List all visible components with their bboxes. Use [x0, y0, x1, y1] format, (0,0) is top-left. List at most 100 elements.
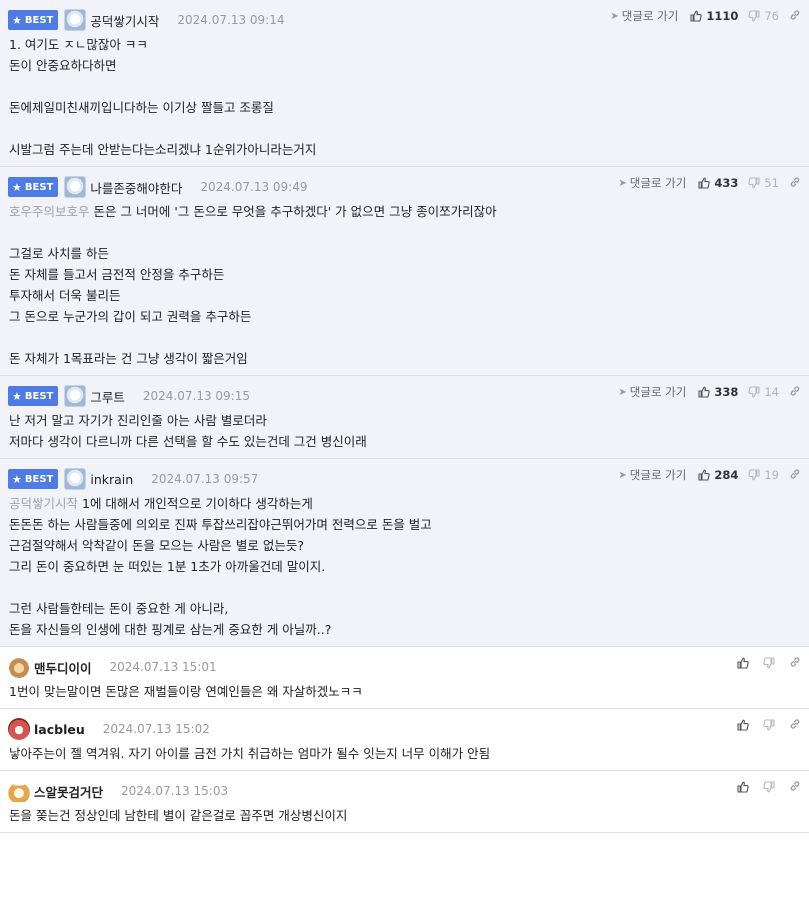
- best-badge-label: BEST: [24, 181, 54, 193]
- upvote-button[interactable]: [737, 781, 753, 793]
- downvote-count: 14: [764, 385, 779, 399]
- send-arrow-icon: ➤: [610, 10, 619, 22]
- comment-item: ★ BEST 나를존중해야한다 2024.07.13 09:49 ➤ 댓글로 가기 433 5…: [0, 167, 809, 376]
- goto-comment-link[interactable]: ➤ 댓글로 가기: [618, 384, 686, 400]
- thumbs-down-icon: [763, 781, 775, 793]
- comment-actions: ➤ 댓글로 가기 1110 76: [610, 7, 801, 25]
- comment-body: 1에 대해서 개인적으로 기이하다 생각하는게 돈돈돈 하는 사람들중에 의외로…: [9, 496, 432, 637]
- comment-item: lacbleu 2024.07.13 15:02 낳아주는이 젤 역겨워. 자기 아…: [0, 709, 809, 771]
- nickname[interactable]: inkrain: [90, 472, 133, 487]
- nickname[interactable]: 공덕쌓기시작: [90, 11, 159, 30]
- downvote-count: 51: [764, 176, 779, 190]
- goto-comment-label: 댓글로 가기: [629, 468, 687, 482]
- comment-header: lacbleu 2024.07.13 15:02: [8, 717, 801, 741]
- nickname[interactable]: 맨두디이이: [34, 658, 92, 677]
- comment-date: 2024.07.13 09:15: [142, 389, 250, 403]
- mention-link[interactable]: 공덕쌓기시작: [9, 496, 78, 511]
- thumbs-up-icon: [690, 10, 703, 22]
- downvote-button[interactable]: [763, 781, 779, 793]
- best-badge-label: BEST: [24, 390, 54, 402]
- thumbs-down-icon: [763, 719, 775, 731]
- goto-comment-label: 댓글로 가기: [629, 385, 687, 399]
- best-badge-label: BEST: [24, 14, 54, 26]
- send-arrow-icon: ➤: [618, 177, 627, 189]
- comment-body: 난 저거 말고 자기가 진리인줄 아는 사람 별로더라 저마다 생각이 다르니까…: [9, 413, 367, 449]
- comment-text: 낳아주는이 젤 역겨워. 자기 아이를 금전 가치 취급하는 엄마가 될수 잇는…: [8, 741, 801, 770]
- goto-comment-label: 댓글로 가기: [629, 176, 687, 190]
- comment-item: 스알못검거단 2024.07.13 15:03 돈을 쫒는건 정상인데 남한테 별이…: [0, 771, 809, 833]
- comment-actions: ➤ 댓글로 가기 284 19: [618, 466, 801, 484]
- comment-text: 1번이 맞는말이면 돈많은 재벌들이랑 연예인들은 왜 자살하겠노ㅋㅋ: [8, 679, 801, 708]
- comment-actions: [737, 654, 801, 672]
- upvote-button[interactable]: 1110: [690, 9, 738, 23]
- downvote-button[interactable]: 14: [748, 385, 779, 399]
- thumbs-up-icon: [737, 719, 749, 731]
- comment-text: 공덕쌓기시작 1에 대해서 개인적으로 기이하다 생각하는게 돈돈돈 하는 사람…: [8, 491, 801, 646]
- link-icon[interactable]: [789, 176, 801, 191]
- link-icon[interactable]: [789, 656, 801, 671]
- comment-text: 돈을 쫒는건 정상인데 남한테 별이 같은걸로 꼽주면 개상병신이지: [8, 803, 801, 832]
- thumbs-up-icon: [698, 177, 711, 189]
- best-badge-label: BEST: [24, 473, 54, 485]
- thumbs-down-icon: [748, 10, 760, 22]
- downvote-count: 19: [764, 468, 779, 482]
- nickname[interactable]: 스알못검거단: [34, 782, 103, 801]
- downvote-button[interactable]: [763, 657, 779, 669]
- comment-actions: [737, 716, 801, 734]
- red-avatar[interactable]: [8, 718, 30, 740]
- comment-body: 낳아주는이 젤 역겨워. 자기 아이를 금전 가치 취급하는 엄마가 될수 잇는…: [9, 746, 491, 761]
- mention-link[interactable]: 호우주의보호우: [9, 204, 90, 219]
- link-icon[interactable]: [789, 718, 801, 733]
- nickname[interactable]: lacbleu: [34, 722, 85, 737]
- best-badge: ★ BEST: [8, 469, 59, 489]
- goto-comment-link[interactable]: ➤ 댓글로 가기: [618, 467, 686, 483]
- thumbs-down-icon: [748, 386, 760, 398]
- upvote-button[interactable]: [737, 657, 753, 669]
- dog-avatar[interactable]: [64, 385, 87, 407]
- bear-avatar[interactable]: [8, 656, 30, 678]
- downvote-button[interactable]: [763, 719, 779, 731]
- upvote-button[interactable]: 433: [698, 176, 738, 190]
- star-icon: ★: [12, 180, 22, 194]
- goto-comment-link[interactable]: ➤ 댓글로 가기: [610, 8, 678, 24]
- comment-text: 1. 여기도 ㅈㄴ많잖아 ㅋㅋ 돈이 안중요하다하면 돈에제일미친새끼입니다하는…: [8, 32, 801, 166]
- dog-avatar[interactable]: [64, 468, 87, 490]
- comment-body: 돈을 쫒는건 정상인데 남한테 별이 같은걸로 꼽주면 개상병신이지: [9, 808, 348, 823]
- goto-comment-link[interactable]: ➤ 댓글로 가기: [618, 175, 686, 191]
- comment-date: 2024.07.13 15:01: [109, 660, 217, 674]
- best-badge: ★ BEST: [8, 177, 59, 197]
- nickname[interactable]: 그루트: [90, 387, 125, 406]
- comment-list: ★ BEST 공덕쌓기시작 2024.07.13 09:14 ➤ 댓글로 가기 1110 76…: [0, 0, 809, 833]
- thumbs-down-icon: [748, 469, 760, 481]
- fox-avatar[interactable]: [8, 780, 30, 802]
- link-icon[interactable]: [789, 9, 801, 24]
- thumbs-up-icon: [737, 781, 749, 793]
- comment-text: 난 저거 말고 자기가 진리인줄 아는 사람 별로더라 저마다 생각이 다르니까…: [8, 408, 801, 458]
- comment-header: 맨두디이이 2024.07.13 15:01: [8, 655, 801, 679]
- link-icon[interactable]: [789, 468, 801, 483]
- comment-body: 1. 여기도 ㅈㄴ많잖아 ㅋㅋ 돈이 안중요하다하면 돈에제일미친새끼입니다하는…: [9, 37, 317, 157]
- comment-date: 2024.07.13 15:03: [121, 784, 229, 798]
- upvote-count: 284: [714, 468, 739, 482]
- comment-date: 2024.07.13 09:49: [200, 180, 308, 194]
- upvote-button[interactable]: 338: [698, 385, 738, 399]
- star-icon: ★: [12, 389, 22, 403]
- send-arrow-icon: ➤: [618, 386, 627, 398]
- upvote-button[interactable]: [737, 719, 753, 731]
- thumbs-up-icon: [698, 386, 711, 398]
- downvote-button[interactable]: 19: [748, 468, 779, 482]
- upvote-count: 433: [714, 176, 739, 190]
- dog-avatar[interactable]: [64, 176, 87, 198]
- link-icon[interactable]: [789, 780, 801, 795]
- upvote-button[interactable]: 284: [698, 468, 738, 482]
- comment-item: 맨두디이이 2024.07.13 15:01 1번이 맞는말이면 돈많은 재벌들이랑…: [0, 647, 809, 709]
- comment-item: ★ BEST 그루트 2024.07.13 09:15 ➤ 댓글로 가기 338 14 난 저거…: [0, 376, 809, 459]
- link-icon[interactable]: [789, 385, 801, 400]
- downvote-count: 76: [764, 9, 779, 23]
- nickname[interactable]: 나를존중해야한다: [90, 178, 182, 197]
- downvote-button[interactable]: 76: [748, 9, 779, 23]
- goto-comment-label: 댓글로 가기: [621, 9, 679, 23]
- downvote-button[interactable]: 51: [748, 176, 779, 190]
- dog-avatar[interactable]: [64, 9, 87, 31]
- comment-header: 스알못검거단 2024.07.13 15:03: [8, 779, 801, 803]
